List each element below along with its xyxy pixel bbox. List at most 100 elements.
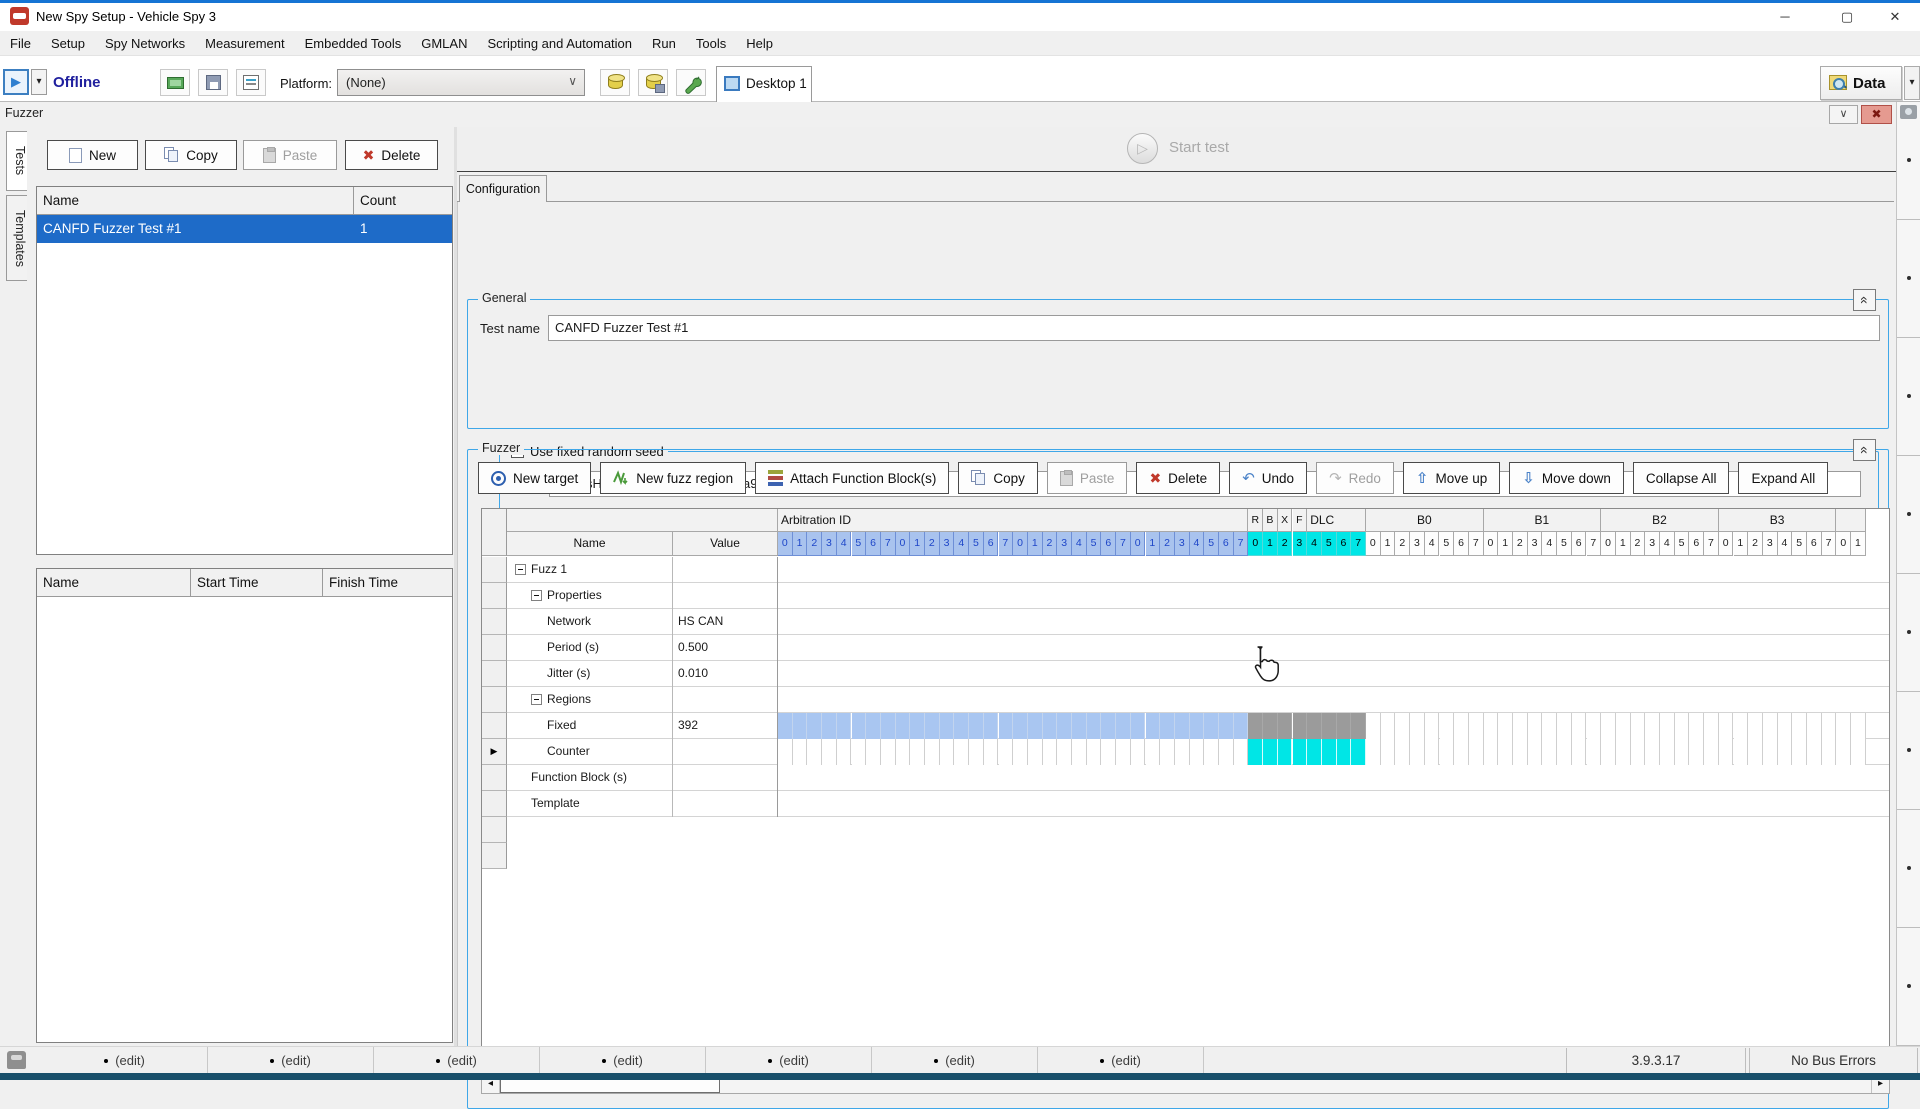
counter-region-cell[interactable] xyxy=(1087,739,1102,765)
row-value-cell[interactable]: HS CAN xyxy=(673,609,778,635)
counter-region-cell[interactable] xyxy=(1660,739,1675,765)
grid-row-regions[interactable]: Regions xyxy=(482,687,1890,713)
fixed-region-cell[interactable] xyxy=(1498,713,1513,739)
menu-item-tools[interactable]: Tools xyxy=(686,31,736,56)
fixed-region-cell[interactable] xyxy=(1351,713,1366,739)
status-edit-segment[interactable]: (edit) xyxy=(208,1047,374,1074)
counter-region-cell[interactable] xyxy=(1410,739,1425,765)
fixed-region-cell[interactable] xyxy=(1175,713,1190,739)
fixed-region-cell[interactable] xyxy=(1601,713,1616,739)
fixed-region-cell[interactable] xyxy=(1072,713,1087,739)
fixed-region-cell[interactable] xyxy=(1704,713,1719,739)
counter-region-cell[interactable] xyxy=(896,739,911,765)
row-gutter-cell[interactable] xyxy=(482,635,507,661)
counter-region-cell[interactable] xyxy=(1028,739,1043,765)
counter-region-cell[interactable] xyxy=(1528,739,1543,765)
redo-button[interactable]: ↷Redo xyxy=(1316,462,1394,494)
counter-region-cell[interactable] xyxy=(910,739,925,765)
grid-row-fuzz-1[interactable]: Fuzz 1 xyxy=(482,557,1890,583)
fixed-region-cell[interactable] xyxy=(1043,713,1058,739)
fixed-region-cell[interactable] xyxy=(1469,713,1484,739)
fixed-region-cell[interactable] xyxy=(866,713,881,739)
delete-button[interactable]: ✖Delete xyxy=(1136,462,1220,494)
row-value-cell[interactable] xyxy=(673,739,778,765)
row-value-cell[interactable]: 392 xyxy=(673,713,778,739)
grid-row-function-block-s-[interactable]: Function Block (s) xyxy=(482,765,1890,791)
start-test-label[interactable]: Start test xyxy=(1169,139,1229,156)
new-button[interactable]: New xyxy=(47,140,138,170)
fixed-region-cell[interactable] xyxy=(1337,713,1352,739)
setup-wrench-icon[interactable] xyxy=(676,69,706,96)
row-gutter-cell[interactable] xyxy=(482,661,507,687)
counter-region-cell[interactable] xyxy=(1337,739,1352,765)
grid-row-network[interactable]: NetworkHS CAN xyxy=(482,609,1890,635)
counter-region-cell[interactable] xyxy=(1381,739,1396,765)
dock-strip-cell[interactable] xyxy=(1897,928,1920,1046)
table-row[interactable]: CANFD Fuzzer Test #1 1 xyxy=(37,215,452,243)
menu-item-file[interactable]: File xyxy=(0,31,41,56)
column-header-count[interactable]: Count xyxy=(354,187,452,214)
grid-row-jitter-s-[interactable]: Jitter (s)0.010 xyxy=(482,661,1890,687)
row-value-cell[interactable] xyxy=(673,765,778,791)
copy-button[interactable]: Copy xyxy=(958,462,1038,494)
tab-desktop-1[interactable]: Desktop 1 xyxy=(716,66,812,102)
fixed-region-cell[interactable] xyxy=(1057,713,1072,739)
fixed-region-cell[interactable] xyxy=(1234,713,1249,739)
fixed-region-cell[interactable] xyxy=(1734,713,1749,739)
fixed-region-cell[interactable] xyxy=(1807,713,1822,739)
menu-item-run[interactable]: Run xyxy=(642,31,686,56)
counter-region-cell[interactable] xyxy=(1645,739,1660,765)
counter-region-cell[interactable] xyxy=(1689,739,1704,765)
counter-region-cell[interactable] xyxy=(1263,739,1278,765)
expand-all-button[interactable]: Expand All xyxy=(1738,462,1828,494)
counter-region-cell[interactable] xyxy=(1175,739,1190,765)
fixed-region-cell[interactable] xyxy=(910,713,925,739)
status-edit-segment[interactable]: (edit) xyxy=(540,1047,706,1074)
counter-region-cell[interactable] xyxy=(1043,739,1058,765)
row-gutter-cell[interactable] xyxy=(482,817,507,843)
row-gutter-cell[interactable] xyxy=(482,791,507,817)
counter-region-cell[interactable] xyxy=(1190,739,1205,765)
grid-row-fixed[interactable]: Fixed392 xyxy=(482,713,1890,739)
row-value-cell[interactable] xyxy=(673,557,778,583)
fixed-region-cell[interactable] xyxy=(954,713,969,739)
counter-region-cell[interactable] xyxy=(837,739,852,765)
fixed-region-cell[interactable] xyxy=(1101,713,1116,739)
counter-region-cell[interactable] xyxy=(1278,739,1293,765)
dock-strip-cell[interactable] xyxy=(1897,102,1920,220)
fixed-region-cell[interactable] xyxy=(852,713,867,739)
panel-close-icon[interactable]: ✖ xyxy=(1861,105,1892,124)
collapse-expander-icon[interactable] xyxy=(531,694,542,705)
fixed-region-cell[interactable] xyxy=(1116,713,1131,739)
status-edit-segment[interactable]: (edit) xyxy=(706,1047,872,1074)
fixed-region-cell[interactable] xyxy=(1631,713,1646,739)
fixed-region-cell[interactable] xyxy=(984,713,999,739)
menu-item-spy-networks[interactable]: Spy Networks xyxy=(95,31,195,56)
row-value-cell[interactable]: 0.500 xyxy=(673,635,778,661)
counter-region-cell[interactable] xyxy=(1131,739,1146,765)
counter-region-cell[interactable] xyxy=(793,739,808,765)
hardware-icon[interactable] xyxy=(160,69,190,96)
dock-strip-cell[interactable] xyxy=(1897,810,1920,928)
counter-region-cell[interactable] xyxy=(1498,739,1513,765)
counter-region-cell[interactable] xyxy=(984,739,999,765)
fixed-region-cell[interactable] xyxy=(1792,713,1807,739)
fixed-region-cell[interactable] xyxy=(793,713,808,739)
counter-region-cell[interactable] xyxy=(1822,739,1837,765)
side-tab-templates[interactable]: Templates xyxy=(6,195,27,281)
fixed-region-cell[interactable] xyxy=(1146,713,1161,739)
close-icon[interactable]: ✕ xyxy=(1872,3,1918,31)
counter-region-cell[interactable] xyxy=(1704,739,1719,765)
dock-strip-cell[interactable] xyxy=(1897,456,1920,574)
run-play-button[interactable]: ▶ xyxy=(3,69,29,95)
fixed-region-cell[interactable] xyxy=(1204,713,1219,739)
data-button[interactable]: Data xyxy=(1820,66,1902,100)
row-value-cell[interactable]: 0.010 xyxy=(673,661,778,687)
fixed-region-cell[interactable] xyxy=(1616,713,1631,739)
undo-button[interactable]: ↶Undo xyxy=(1229,462,1307,494)
collapse-all-button[interactable]: Collapse All xyxy=(1633,462,1730,494)
fixed-region-cell[interactable] xyxy=(1851,713,1866,739)
new-target-button[interactable]: New target xyxy=(478,462,591,494)
grid-row-period-s-[interactable]: Period (s)0.500 xyxy=(482,635,1890,661)
column-header-finish-time[interactable]: Finish Time xyxy=(323,569,452,596)
